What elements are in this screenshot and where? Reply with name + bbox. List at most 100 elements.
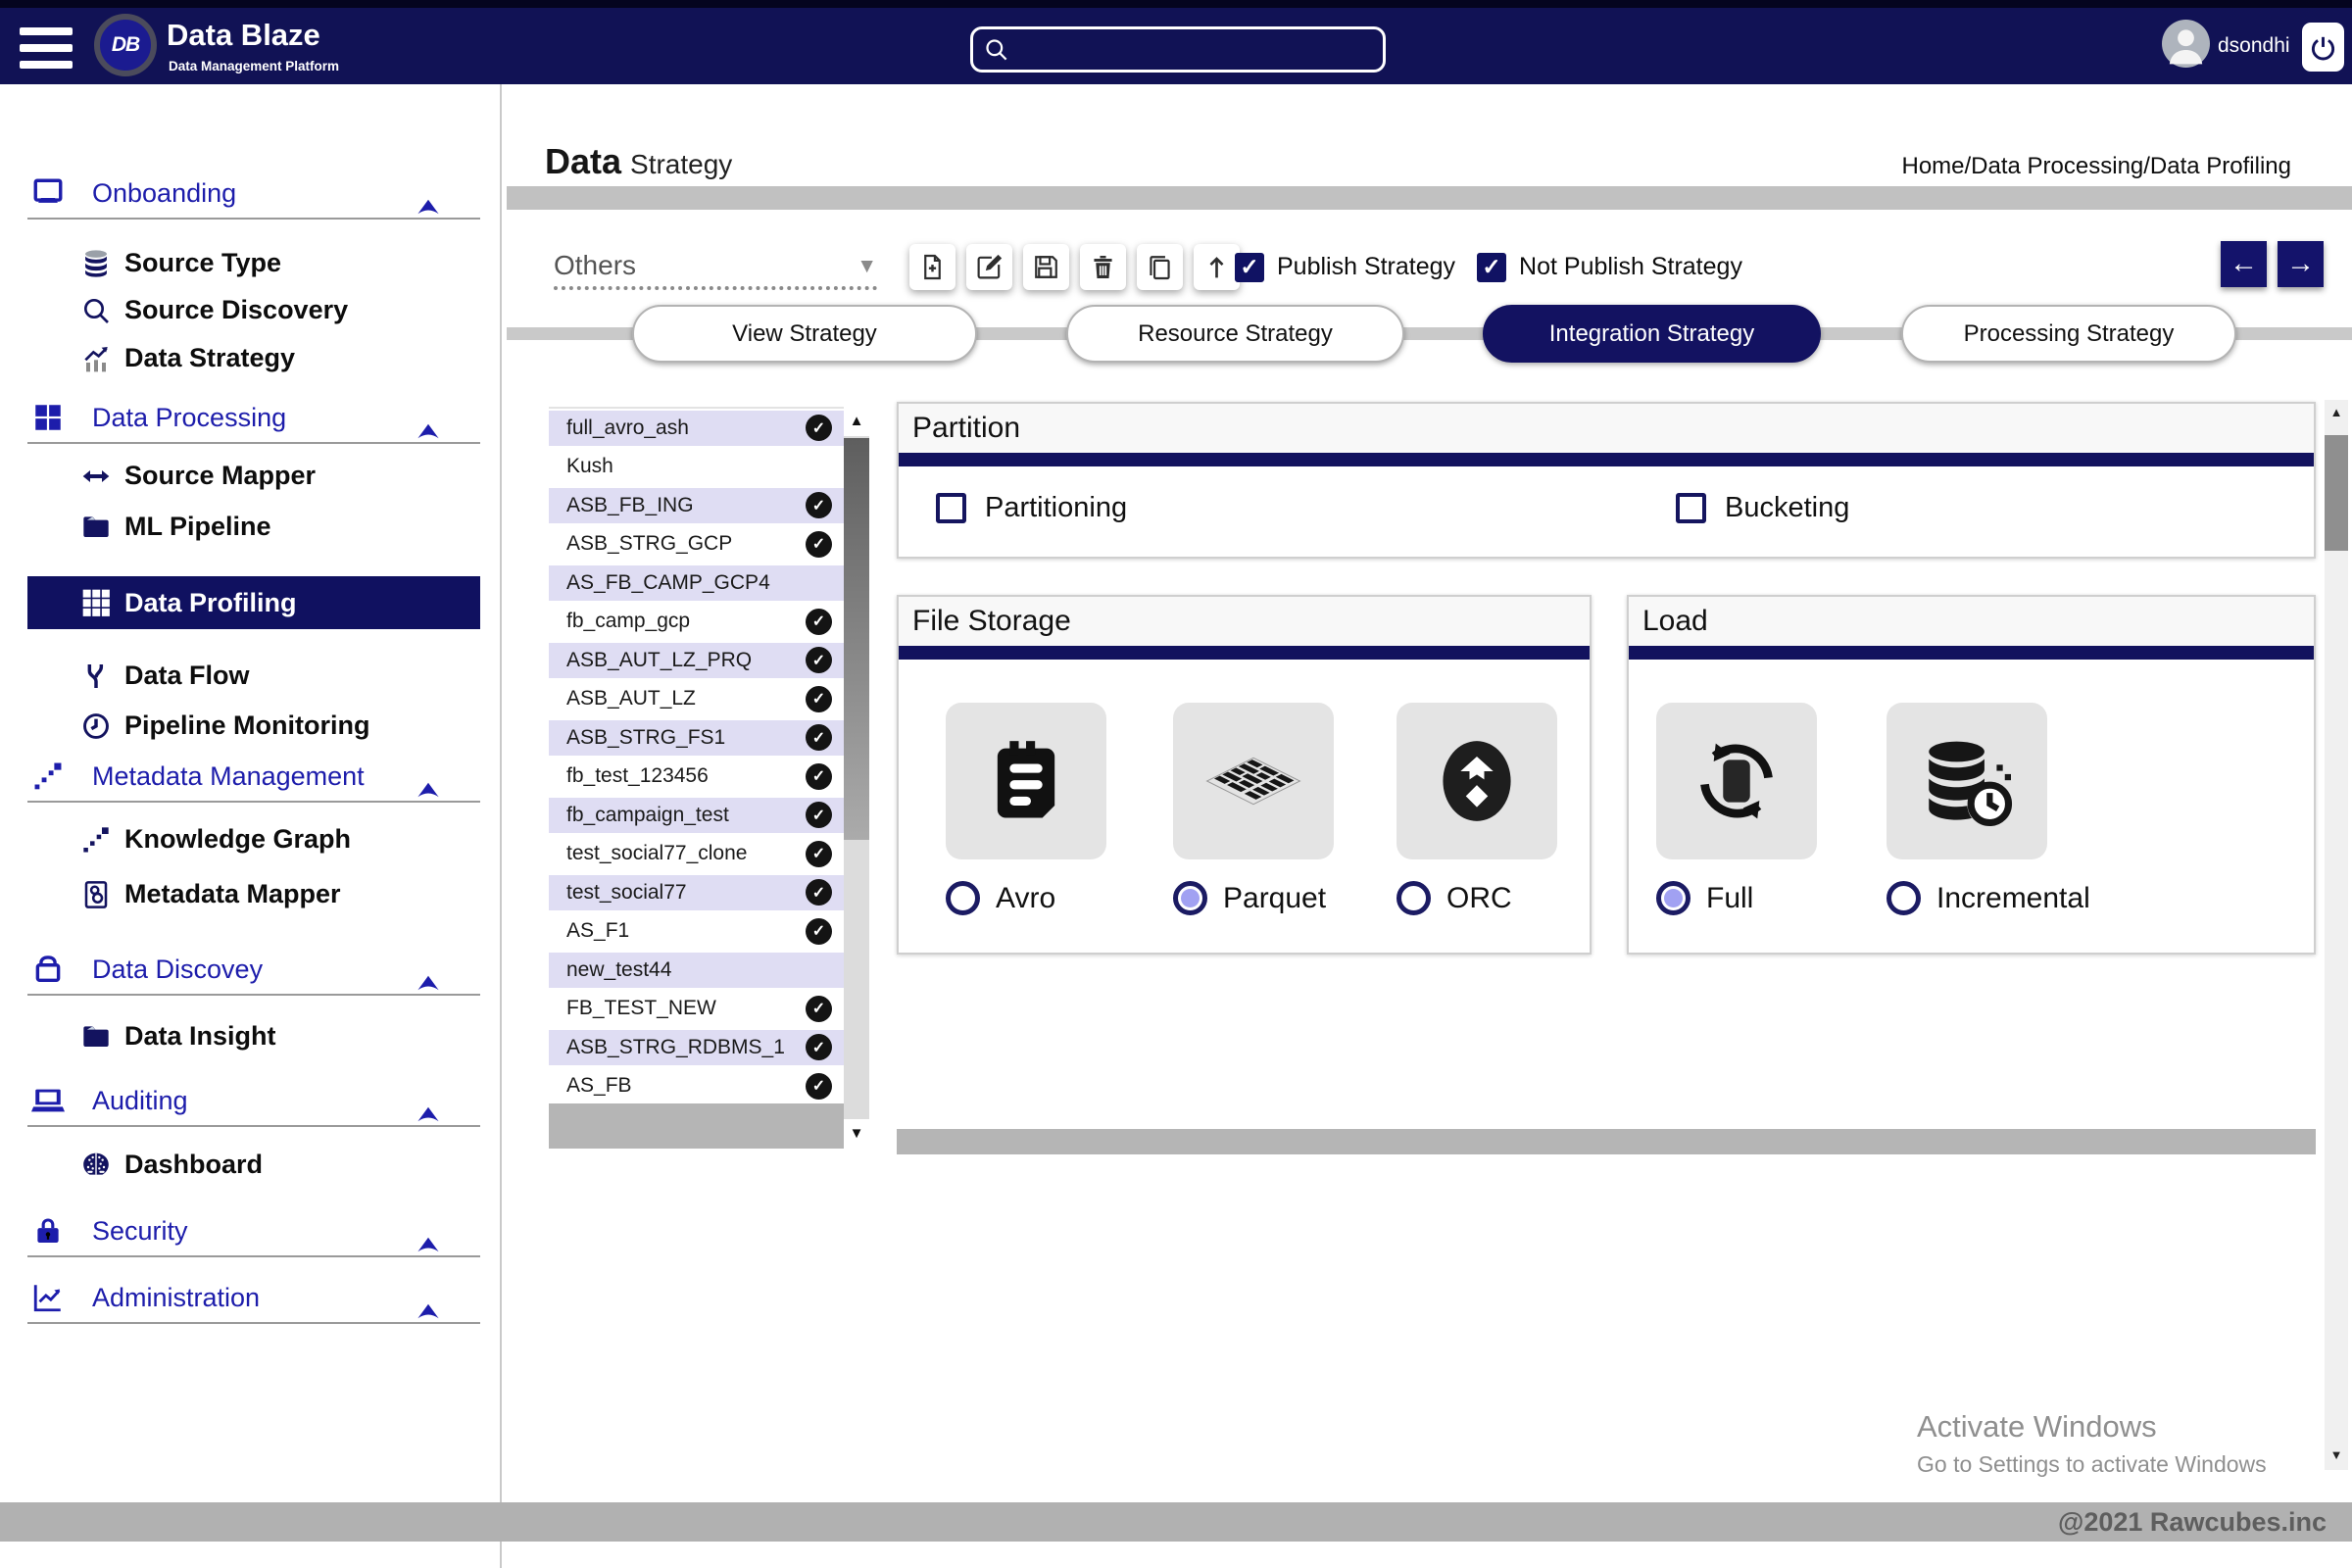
parquet-tile[interactable] [1173, 703, 1334, 859]
radio-incremental[interactable] [1886, 881, 1921, 915]
tab-view-strategy[interactable]: View Strategy [632, 305, 977, 363]
sidebar-item-data-strategy[interactable]: Data Strategy [27, 334, 480, 382]
sidebar-item-source-type[interactable]: Source Type [27, 239, 480, 287]
new-file-button[interactable] [909, 244, 956, 290]
search-input[interactable] [1019, 37, 1373, 62]
strategy-type-dropdown[interactable]: Others ▼ [554, 245, 877, 290]
checked-circle-icon: ✓ [806, 415, 832, 442]
content-horizontal-scrollbar[interactable] [897, 1129, 2316, 1154]
sidebar-item-label: Knowledge Graph [124, 824, 352, 854]
sidebar-item-data-profiling[interactable]: Data Profiling [27, 576, 480, 629]
sidebar-item-pipeline-monitoring[interactable]: Pipeline Monitoring [27, 702, 480, 750]
page-title-primary: Data [545, 141, 622, 181]
logout-button[interactable] [2302, 23, 2344, 72]
user-avatar[interactable] [2162, 20, 2210, 68]
partition-panel-title: Partition [899, 404, 2314, 453]
upload-button[interactable] [1194, 244, 1240, 290]
list-item-fb-test-new[interactable]: FB_TEST_NEW ✓ [549, 989, 844, 1028]
incremental-option: Incremental [1886, 703, 2090, 915]
list-item-fb-camp-gcp[interactable]: fb_camp_gcp ✓ [549, 602, 844, 641]
checkbox-publish-strategy[interactable]: ✓ Publish Strategy [1235, 252, 1455, 282]
avro-tile[interactable] [946, 703, 1106, 859]
chevron-up-icon[interactable] [412, 1230, 445, 1263]
list-item-new-test44[interactable]: new_test44 [549, 951, 844, 990]
content-vertical-scrollbar[interactable]: ▲ ▼ [2325, 400, 2348, 1470]
sidebar-item-data-discovey[interactable]: Data Discovey [27, 945, 480, 996]
list-item-fb-campaign-test[interactable]: fb_campaign_test ✓ [549, 796, 844, 835]
scroll-up-icon[interactable]: ▲ [844, 407, 869, 436]
checkbox-checked-icon: ✓ [1477, 252, 1507, 282]
delete-button[interactable] [1080, 244, 1126, 290]
checkbox-not-publish-strategy[interactable]: ✓ Not Publish Strategy [1477, 252, 1742, 282]
forward-arrow-button[interactable]: → [2278, 241, 2324, 287]
list-item-fb-test-123456[interactable]: fb_test_123456 ✓ [549, 757, 844, 796]
sidebar-item-administration[interactable]: Administration [27, 1273, 480, 1324]
arrow-left-icon: ← [2230, 248, 2258, 279]
search-box[interactable] [970, 26, 1386, 73]
sidebar-item-knowledge-graph[interactable]: Knowledge Graph [27, 815, 480, 863]
list-item-as-f1[interactable]: AS_F1 ✓ [549, 911, 844, 951]
sidebar-item-source-mapper[interactable]: Source Mapper [27, 452, 480, 500]
edit-button[interactable] [966, 244, 1012, 290]
scroll-down-icon[interactable]: ▼ [2325, 1447, 2348, 1462]
chevron-up-icon[interactable] [412, 1297, 445, 1330]
radio-avro[interactable] [946, 881, 980, 915]
list-item-asb-aut-lz[interactable]: ASB_AUT_LZ ✓ [549, 679, 844, 718]
scroll-up-icon[interactable]: ▲ [2325, 405, 2348, 419]
incremental-load-icon [1918, 732, 2016, 830]
back-arrow-button[interactable]: ← [2221, 241, 2267, 287]
chevron-up-icon[interactable] [412, 416, 445, 450]
breadcrumb[interactable]: Home/Data Processing/Data Profiling [1901, 153, 2291, 180]
list-item-asb-fb-ing[interactable]: ASB_FB_ING ✓ [549, 486, 844, 525]
scroll-down-icon[interactable]: ▼ [844, 1119, 869, 1149]
content-scrollbar-thumb[interactable] [2325, 435, 2348, 551]
chevron-up-icon[interactable] [412, 968, 445, 1002]
sidebar-item-dashboard[interactable]: Dashboard [27, 1141, 480, 1189]
list-item-asb-strg-rdbms-1[interactable]: ASB_STRG_RDBMS_1 ✓ [549, 1028, 844, 1067]
list-item-test-social77[interactable]: test_social77 ✓ [549, 873, 844, 912]
sidebar-item-source-discovery[interactable]: Source Discovery [27, 286, 480, 334]
sidebar-item-auditing[interactable]: Auditing [27, 1076, 480, 1127]
radio-label: ORC [1446, 881, 1512, 914]
incremental-tile[interactable] [1886, 703, 2047, 859]
sidebar-item-data-flow[interactable]: Data Flow [27, 652, 480, 700]
list-item-as-fb[interactable]: AS_FB ✓ [549, 1066, 844, 1105]
orc-tile[interactable] [1396, 703, 1557, 859]
radio-parquet[interactable] [1173, 881, 1207, 915]
list-item-asb-strg-fs1[interactable]: ASB_STRG_FS1 ✓ [549, 718, 844, 758]
list-item-kush[interactable]: Kush [549, 447, 844, 486]
sidebar-item-data-insight[interactable]: Data Insight [27, 1012, 480, 1060]
sidebar-item-security[interactable]: Security [27, 1206, 480, 1257]
sidebar-item-label: Auditing [92, 1085, 188, 1115]
sidebar-item-metadata-mapper[interactable]: Metadata Mapper [27, 870, 480, 918]
list-item-label: ASB_AUT_LZ_PRQ [566, 648, 753, 671]
list-item-as-fb-camp-gcp4[interactable]: AS_FB_CAMP_GCP4 [549, 564, 844, 603]
sidebar-item-metadata-management[interactable]: Metadata Management [27, 752, 480, 803]
radio-orc[interactable] [1396, 881, 1431, 915]
list-scrollbar-thumb[interactable] [844, 438, 869, 840]
list-item-test-social77-clone[interactable]: test_social77_clone ✓ [549, 834, 844, 873]
list-horizontal-scrollbar[interactable] [549, 1103, 844, 1149]
tab-processing-strategy[interactable]: Processing Strategy [1901, 305, 2236, 363]
full-tile[interactable] [1656, 703, 1817, 859]
save-button[interactable] [1023, 244, 1069, 290]
list-item-full-avro-ash[interactable]: full_avro_ash ✓ [549, 409, 844, 448]
copy-button[interactable] [1137, 244, 1183, 290]
hamburger-menu-icon[interactable] [20, 27, 73, 69]
tab-integration-strategy[interactable]: Integration Strategy [1483, 305, 1821, 363]
sidebar-item-ml-pipeline[interactable]: ML Pipeline [27, 503, 480, 551]
content-top-scrollbar[interactable] [507, 186, 2352, 210]
chevron-up-icon[interactable] [412, 775, 445, 808]
checkbox-bucketing[interactable]: Bucketing [1676, 492, 1849, 524]
list-item-asb-strg-gcp[interactable]: ASB_STRG_GCP ✓ [549, 524, 844, 564]
chevron-up-icon[interactable] [412, 1100, 445, 1133]
radio-label: Avro [996, 881, 1056, 914]
radio-full[interactable] [1656, 881, 1690, 915]
list-vertical-scrollbar[interactable]: ▲ ▼ [844, 407, 869, 1149]
sidebar-item-data-processing[interactable]: Data Processing [27, 393, 480, 444]
checkbox-partitioning[interactable]: Partitioning [936, 492, 1127, 524]
tab-resource-strategy[interactable]: Resource Strategy [1066, 305, 1404, 363]
list-item-asb-aut-lz-prq[interactable]: ASB_AUT_LZ_PRQ ✓ [549, 641, 844, 680]
sidebar-item-onboanding[interactable]: Onboanding [27, 169, 480, 220]
chevron-up-icon[interactable] [412, 192, 445, 225]
